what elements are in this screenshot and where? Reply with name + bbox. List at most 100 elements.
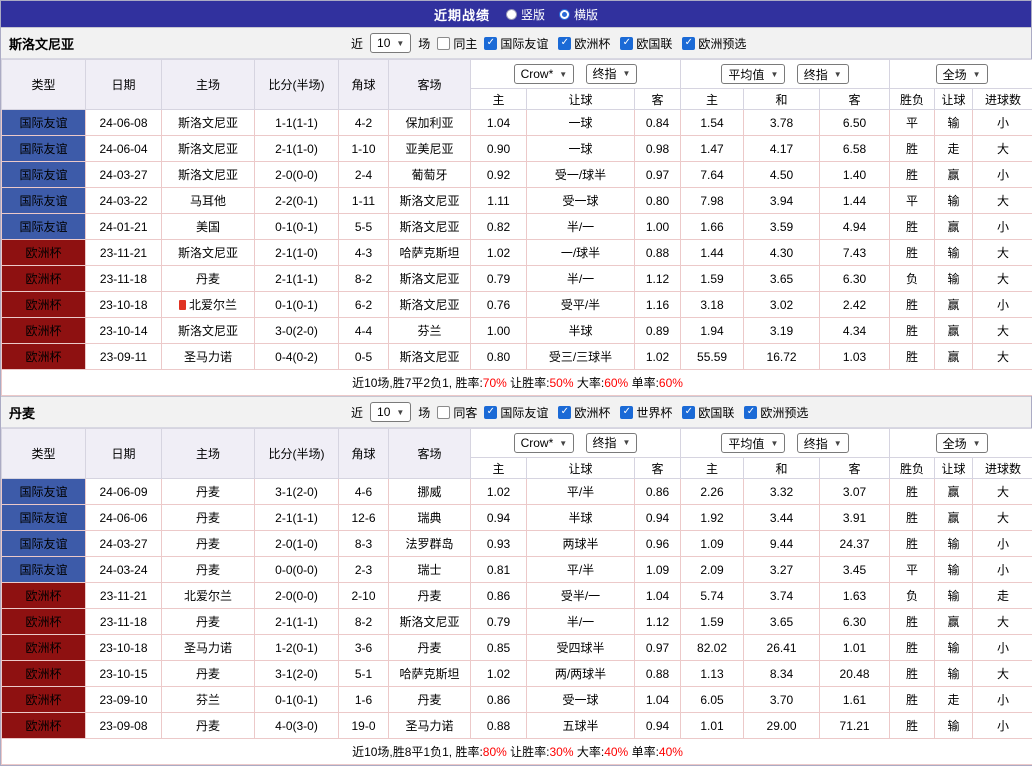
- handicap-odds-group-header: Crow*▼ 终指▼: [471, 429, 681, 458]
- checkbox-icon: [682, 37, 695, 50]
- handicap-odds-cell: 1.12: [635, 266, 681, 292]
- competition-checkbox[interactable]: 世界杯: [620, 404, 672, 421]
- handicap-odds-cell: 0.89: [635, 318, 681, 344]
- result-cell: 小: [973, 531, 1032, 557]
- handicap-stage-select[interactable]: 终指▼: [586, 64, 638, 84]
- bookmaker-select[interactable]: Crow*▼: [514, 64, 575, 84]
- match-row: 欧洲杯23-10-14斯洛文尼亚3-0(2-0)4-4芬兰1.00半球0.891…: [2, 318, 1032, 344]
- bookmaker-select-value: Crow*: [521, 436, 554, 450]
- handicap-stage-select[interactable]: 终指▼: [586, 433, 638, 453]
- handicap-odds-cell: 0.96: [635, 531, 681, 557]
- europe-odds-cell: 71.21: [820, 713, 890, 739]
- competition-checkbox[interactable]: 欧国联: [682, 404, 734, 421]
- score-cell: 4-0(3-0): [255, 713, 339, 739]
- average-odds-select[interactable]: 平均值▼: [721, 433, 785, 453]
- result-cell: 输: [935, 188, 973, 214]
- europe-odds-cell: 6.05: [681, 687, 744, 713]
- europe-stage-value: 终指: [804, 66, 828, 83]
- competition-checkbox[interactable]: 欧洲预选: [682, 35, 746, 52]
- radio-icon: [506, 9, 517, 20]
- result-cell: 小: [973, 292, 1032, 318]
- europe-odds-cell: 3.07: [820, 479, 890, 505]
- europe-stage-select[interactable]: 终指▼: [797, 64, 849, 84]
- corners-cell: 8-2: [339, 266, 389, 292]
- europe-odds-cell: 3.94: [744, 188, 820, 214]
- competition-checkbox[interactable]: 国际友谊: [484, 35, 548, 52]
- match-count-select[interactable]: 10▼: [370, 33, 411, 53]
- competition-checkbox[interactable]: 欧洲杯: [558, 35, 610, 52]
- handicap-odds-cell: 0.88: [635, 240, 681, 266]
- same-venue-label: 同客: [453, 404, 477, 421]
- handicap-odds-cell: 1.09: [635, 557, 681, 583]
- europe-odds-cell: 6.58: [820, 136, 890, 162]
- handicap-odds-cell: 0.85: [471, 635, 527, 661]
- competition-checkbox[interactable]: 欧洲杯: [558, 404, 610, 421]
- summary-segment: 60%: [659, 376, 683, 390]
- radio-label: 横版: [574, 6, 598, 23]
- competition-type-badge: 欧洲杯: [2, 292, 86, 318]
- competition-label: 欧洲预选: [760, 404, 808, 421]
- chevron-down-icon: ▼: [770, 70, 778, 79]
- europe-odds-cell: 2.42: [820, 292, 890, 318]
- europe-odds-cell: 3.18: [681, 292, 744, 318]
- competition-type-badge: 国际友谊: [2, 214, 86, 240]
- score-cell: 2-1(1-0): [255, 136, 339, 162]
- home-team-cell: 北爱尔兰: [162, 292, 255, 318]
- competition-type-badge: 欧洲杯: [2, 240, 86, 266]
- europe-odds-cell: 4.30: [744, 240, 820, 266]
- europe-odds-cell: 3.65: [744, 609, 820, 635]
- handicap-odds-cell: 1.04: [635, 583, 681, 609]
- competition-type-badge: 欧洲杯: [2, 344, 86, 370]
- near-label: 近: [351, 404, 363, 421]
- match-count-select[interactable]: 10▼: [370, 402, 411, 422]
- europe-odds-cell: 3.19: [744, 318, 820, 344]
- handicap-line-cell: 半球: [527, 318, 635, 344]
- competition-checkbox[interactable]: 欧国联: [620, 35, 672, 52]
- layout-radio-option[interactable]: 竖版: [506, 6, 545, 23]
- same-venue-checkbox[interactable]: 同主: [437, 35, 477, 52]
- home-team-cell: 斯洛文尼亚: [162, 136, 255, 162]
- same-venue-checkbox[interactable]: 同客: [437, 404, 477, 421]
- games-label: 场: [418, 404, 430, 421]
- competition-checkbox[interactable]: 欧洲预选: [744, 404, 808, 421]
- europe-odds-cell: 5.74: [681, 583, 744, 609]
- handicap-odds-group-header: Crow*▼ 终指▼: [471, 60, 681, 89]
- europe-odds-cell: 4.34: [820, 318, 890, 344]
- handicap-odds-cell: 0.80: [635, 188, 681, 214]
- home-team-name: 斯洛文尼亚: [178, 168, 238, 182]
- date-cell: 23-10-18: [86, 635, 162, 661]
- red-card-icon: [179, 300, 186, 310]
- match-row: 欧洲杯23-11-21北爱尔兰2-0(0-0)2-10丹麦0.86受半/一1.0…: [2, 583, 1032, 609]
- europe-stage-select[interactable]: 终指▼: [797, 433, 849, 453]
- away-team-cell: 芬兰: [389, 318, 471, 344]
- competition-checkbox[interactable]: 国际友谊: [484, 404, 548, 421]
- bookmaker-select[interactable]: Crow*▼: [514, 433, 575, 453]
- summary-segment: 大率:: [574, 376, 605, 390]
- home-team-name: 斯洛文尼亚: [178, 142, 238, 156]
- layout-radio-selected[interactable]: 横版: [559, 6, 598, 23]
- score-cell: 0-1(0-1): [255, 214, 339, 240]
- radio-label: 竖版: [521, 6, 545, 23]
- competition-type-badge: 国际友谊: [2, 188, 86, 214]
- layout-radio-group: 竖版 横版: [506, 6, 598, 23]
- competition-type-badge: 国际友谊: [2, 531, 86, 557]
- result-cell: 走: [935, 687, 973, 713]
- europe-odds-cell: 1.63: [820, 583, 890, 609]
- europe-odds-cell: 6.50: [820, 110, 890, 136]
- score-cell: 2-2(0-1): [255, 188, 339, 214]
- score-cell: 1-1(1-1): [255, 110, 339, 136]
- sub-header-home-win: 主: [681, 458, 744, 479]
- score-cell: 2-1(1-1): [255, 266, 339, 292]
- handicap-stage-value: 终指: [593, 434, 617, 451]
- europe-odds-cell: 1.94: [681, 318, 744, 344]
- fulltime-select[interactable]: 全场▼: [936, 433, 988, 453]
- score-cell: 0-1(0-1): [255, 687, 339, 713]
- summary-cell: 近10场,胜7平2负1, 胜率:70% 让胜率:50% 大率:60% 单率:60…: [2, 370, 1032, 396]
- average-odds-select[interactable]: 平均值▼: [721, 64, 785, 84]
- home-team-name: 斯洛文尼亚: [178, 324, 238, 338]
- date-cell: 23-11-18: [86, 266, 162, 292]
- checkbox-icon: [620, 406, 633, 419]
- match-row: 欧洲杯23-11-21斯洛文尼亚2-1(1-0)4-3哈萨克斯坦1.02一/球半…: [2, 240, 1032, 266]
- fulltime-select[interactable]: 全场▼: [936, 64, 988, 84]
- corners-cell: 1-6: [339, 687, 389, 713]
